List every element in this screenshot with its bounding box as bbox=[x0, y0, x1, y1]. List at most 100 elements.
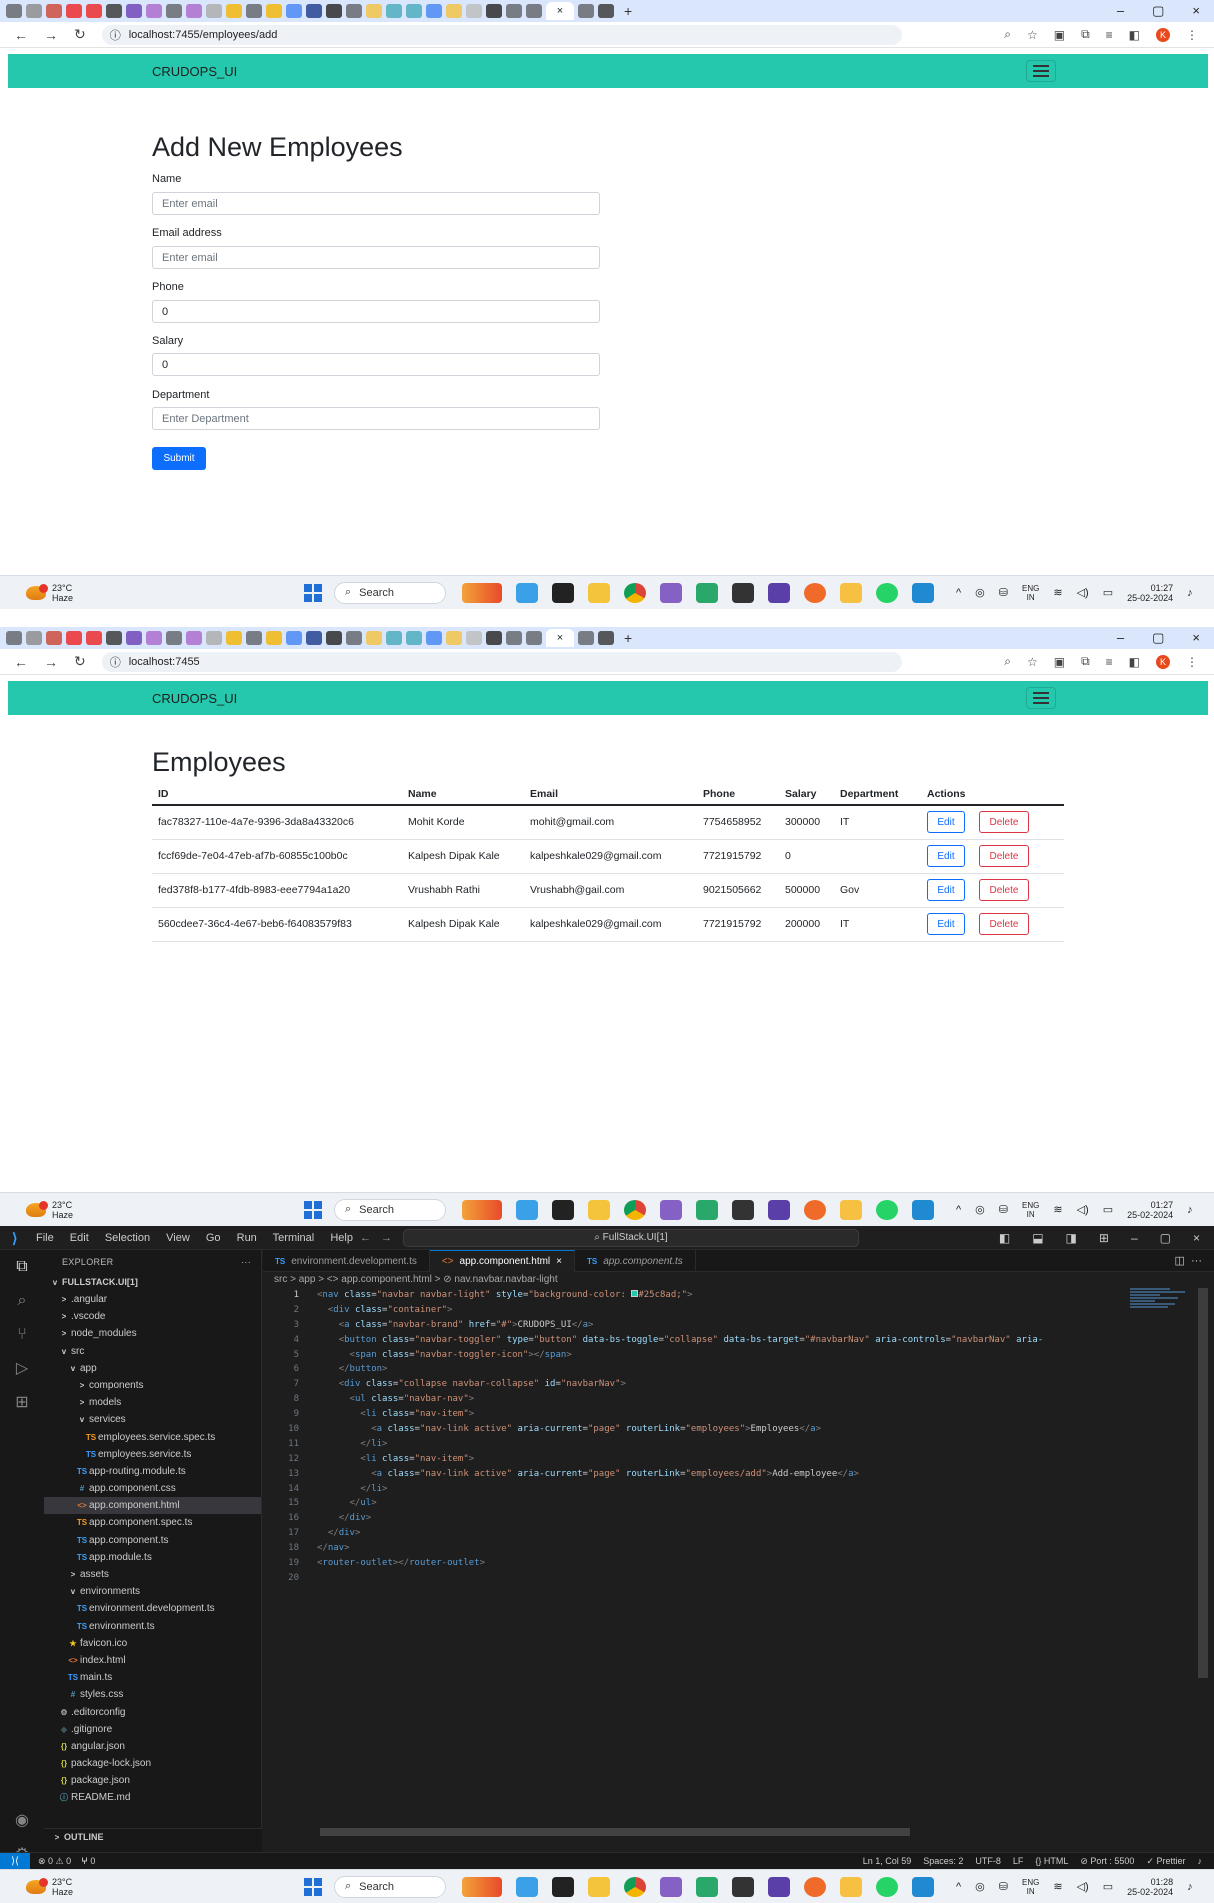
navbar-toggler-button[interactable] bbox=[1026, 687, 1056, 709]
whatsapp-icon[interactable] bbox=[876, 582, 898, 603]
tab-favicon-icon[interactable] bbox=[446, 4, 462, 18]
side-panel-icon[interactable]: ◧ bbox=[1129, 655, 1140, 669]
weather-widget[interactable]: 23°C Haze bbox=[26, 1877, 73, 1897]
tab-favicon-icon[interactable] bbox=[426, 631, 442, 645]
tree-file[interactable]: # app.component.css bbox=[44, 1480, 261, 1497]
tray-app-icon[interactable]: ◎ bbox=[975, 1880, 985, 1893]
app-icon[interactable] bbox=[840, 1199, 862, 1220]
tab-favicon-icon[interactable] bbox=[146, 4, 162, 18]
phone-input[interactable] bbox=[152, 300, 600, 323]
code-line[interactable]: 10 <a class="nav-link active" aria-curre… bbox=[263, 1422, 1183, 1437]
customize-layout-icon[interactable]: ⊞ bbox=[1099, 1231, 1109, 1245]
app-icon[interactable] bbox=[552, 1876, 574, 1897]
tab-favicon-icon[interactable] bbox=[126, 4, 142, 18]
weather-widget[interactable]: 23°C Haze bbox=[26, 583, 73, 603]
tree-file[interactable]: ⚙ .editorconfig bbox=[44, 1704, 261, 1721]
profile-avatar[interactable]: K bbox=[1156, 654, 1170, 669]
tree-file[interactable]: TS app.component.ts bbox=[44, 1532, 261, 1549]
new-tab-button[interactable]: + bbox=[624, 630, 632, 646]
vscode-icon[interactable] bbox=[912, 1876, 934, 1897]
whatsapp-icon[interactable] bbox=[876, 1199, 898, 1220]
minimap[interactable] bbox=[1130, 1288, 1190, 1328]
tree-folder[interactable]: v app bbox=[44, 1360, 261, 1377]
notification-bell-icon[interactable]: ♪ bbox=[1187, 1881, 1193, 1893]
visual-studio-icon[interactable] bbox=[660, 1876, 682, 1897]
reload-icon[interactable]: ↻ bbox=[74, 653, 86, 670]
tab-favicon-icon[interactable] bbox=[598, 631, 614, 645]
zoom-icon[interactable]: ⌕ bbox=[1004, 654, 1011, 669]
code-line[interactable]: 18 </nav> bbox=[263, 1541, 1183, 1556]
wifi-icon[interactable]: ≋ bbox=[1053, 1880, 1062, 1893]
windows-start-icon[interactable] bbox=[304, 1200, 322, 1219]
maximize-icon[interactable]: ▢ bbox=[1152, 3, 1164, 19]
tab-favicon-icon[interactable] bbox=[578, 4, 594, 18]
tray-app-icon[interactable]: ⛁ bbox=[999, 1880, 1008, 1893]
menu-go[interactable]: Go bbox=[206, 1232, 221, 1244]
tree-folder[interactable]: > node_modules bbox=[44, 1325, 261, 1342]
tab-favicon-icon[interactable] bbox=[446, 631, 462, 645]
folder-icon[interactable] bbox=[588, 1199, 610, 1220]
clock[interactable]: 01:27 25-02-2024 bbox=[1127, 583, 1173, 603]
tray-app-icon[interactable]: ◎ bbox=[975, 1203, 985, 1216]
indentation[interactable]: Spaces: 2 bbox=[923, 1856, 963, 1867]
folder-icon[interactable] bbox=[588, 582, 610, 603]
menu-terminal[interactable]: Terminal bbox=[273, 1232, 315, 1244]
end-of-line[interactable]: LF bbox=[1013, 1856, 1024, 1867]
tab-favicon-icon[interactable] bbox=[126, 631, 142, 645]
edit-button[interactable]: Edit bbox=[927, 913, 965, 935]
bookmark-star-icon[interactable]: ☆ bbox=[1027, 28, 1038, 42]
tray-app-icon[interactable]: ⛁ bbox=[999, 1203, 1008, 1216]
clock[interactable]: 01:28 25-02-2024 bbox=[1127, 1877, 1173, 1897]
tab-favicon-icon[interactable] bbox=[386, 631, 402, 645]
language-indicator[interactable]: ENG IN bbox=[1022, 1201, 1039, 1219]
vscode-icon[interactable] bbox=[912, 582, 934, 603]
postman-icon[interactable] bbox=[804, 1199, 826, 1220]
volume-icon[interactable]: ◁) bbox=[1077, 1203, 1089, 1216]
wifi-icon[interactable]: ≋ bbox=[1053, 586, 1062, 599]
terminal-icon[interactable] bbox=[732, 1876, 754, 1897]
app-icon[interactable] bbox=[840, 1876, 862, 1897]
tab-favicon-icon[interactable] bbox=[166, 4, 182, 18]
chevron-up-icon[interactable]: ^ bbox=[956, 1204, 961, 1216]
app-icon[interactable] bbox=[768, 582, 790, 603]
app-icon[interactable] bbox=[552, 582, 574, 603]
navbar-toggler-button[interactable] bbox=[1026, 60, 1056, 82]
whatsapp-icon[interactable] bbox=[876, 1876, 898, 1897]
tab-favicon-icon[interactable] bbox=[26, 4, 42, 18]
maximize-icon[interactable]: ▢ bbox=[1152, 630, 1164, 646]
notifications-bell-icon[interactable]: ♪ bbox=[1198, 1856, 1203, 1867]
problems-indicator[interactable]: ⊗ 0 ⚠ 0 bbox=[38, 1856, 71, 1867]
close-icon[interactable]: × bbox=[1192, 3, 1200, 19]
maximize-icon[interactable]: ▢ bbox=[1160, 1231, 1171, 1245]
code-line[interactable]: 19 <router-outlet></router-outlet> bbox=[263, 1556, 1183, 1571]
tree-file[interactable]: <> app.component.html bbox=[44, 1497, 261, 1515]
menu-view[interactable]: View bbox=[166, 1232, 190, 1244]
taskbar-search[interactable]: ⌕ Search bbox=[334, 1875, 446, 1898]
tree-file[interactable]: TS environment.ts bbox=[44, 1618, 261, 1635]
tree-folder[interactable]: v environments bbox=[44, 1583, 261, 1600]
profile-avatar[interactable]: K bbox=[1156, 27, 1170, 42]
tab-app-component-ts[interactable]: TS app.component.ts bbox=[575, 1250, 696, 1272]
tab-favicon-icon[interactable] bbox=[326, 4, 342, 18]
battery-icon[interactable]: ▭ bbox=[1103, 586, 1113, 599]
tab-favicon-icon[interactable] bbox=[466, 631, 482, 645]
split-editor-icon[interactable]: ◫ bbox=[1174, 1254, 1184, 1267]
explorer-icon[interactable]: ⧉ bbox=[13, 1258, 31, 1276]
weather-widget[interactable]: 23°C Haze bbox=[26, 1200, 73, 1220]
site-info-icon[interactable]: ⓘ bbox=[110, 27, 121, 43]
tree-file[interactable]: TS main.ts bbox=[44, 1669, 261, 1686]
tab-favicon-icon[interactable] bbox=[486, 4, 502, 18]
reading-list-icon[interactable]: ≡ bbox=[1106, 28, 1113, 42]
site-info-icon[interactable]: ⓘ bbox=[110, 654, 121, 670]
tab-favicon-icon[interactable] bbox=[46, 631, 62, 645]
vscode-icon[interactable] bbox=[912, 1199, 934, 1220]
app-icon[interactable] bbox=[768, 1199, 790, 1220]
horizontal-scrollbar[interactable] bbox=[320, 1828, 910, 1836]
reload-icon[interactable]: ↻ bbox=[74, 26, 86, 43]
kebab-menu-icon[interactable]: ⋮ bbox=[1186, 655, 1198, 669]
menu-edit[interactable]: Edit bbox=[70, 1232, 89, 1244]
tree-file[interactable]: TS employees.service.ts bbox=[44, 1446, 261, 1463]
close-icon[interactable]: × bbox=[1193, 1231, 1200, 1245]
language-mode[interactable]: {} HTML bbox=[1035, 1856, 1068, 1867]
tab-favicon-icon[interactable] bbox=[366, 631, 382, 645]
